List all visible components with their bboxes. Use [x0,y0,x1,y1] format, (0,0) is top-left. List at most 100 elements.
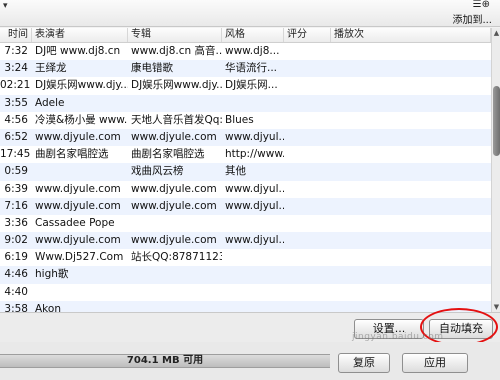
scroll-up-icon[interactable]: ▲ [492,28,500,38]
cell-genre: www.djyul... [225,234,284,247]
table-row[interactable]: 0:59 戏曲风云榜 其他 [0,163,491,181]
table-row[interactable]: 17:45 曲剧名家唱腔选 曲剧名家唱腔选 http://www... [0,146,491,163]
cell-rating [284,266,331,283]
table-row[interactable]: 7:32 DJ吧 www.dj8.cn www.dj8.cn 高音... www.dj… [0,43,491,60]
cell-genre [222,215,284,232]
add-list-icon: ☰⊕ [472,0,490,10]
table-row[interactable]: 6:52 www.djyule.com www.djyule.com www.djyu… [0,128,491,147]
table-row[interactable]: 4:56 冷漠&杨小曼 www....天地人音乐首发Qq:...Blues [0,112,491,129]
cell-album: DJ娱乐网www.djy... [131,79,222,92]
cell-genre: www.djyul... [225,199,284,212]
cell-rating [284,163,331,180]
cell-time: 6:39 [4,182,28,195]
cell-album: 站长QQ:87871123 [131,251,222,264]
cell-rating [284,129,331,146]
cell-album [128,266,222,283]
cell-plays [331,43,491,60]
cell-album: www.dj8.cn 高音... [131,45,222,57]
cell-time: 0:59 [4,165,28,178]
cell-genre: www.dj8... [225,45,280,57]
cell-rating [284,232,331,249]
cell-rating [284,181,331,198]
vertical-scrollbar[interactable]: ▲ ▼ [491,28,500,312]
cell-album: www.djyule.com [131,182,217,195]
cell-artist: 王绎龙 [35,62,67,75]
column-header-plays[interactable]: 播放次 [331,28,491,42]
cell-time: 17:45 [0,148,31,161]
table-row[interactable]: 3:24 王绎龙 康电错歌 华语流行... [0,60,491,78]
column-header-rating[interactable]: 评分 [284,28,331,42]
cell-rating [284,77,331,94]
cell-time: 3:36 [4,216,28,229]
revert-button[interactable]: 复原 [338,353,390,373]
cell-genre [222,95,284,112]
cell-time: 7:16 [4,199,28,212]
cell-genre [222,301,284,312]
cell-plays [331,284,491,301]
cell-artist: 曲剧名家唱腔选 [35,148,109,161]
apply-button[interactable]: 应用 [402,353,468,373]
cell-genre [222,284,284,301]
cell-time: 3:55 [4,96,28,109]
cell-artist: DJ吧 www.dj8.cn [35,45,121,57]
cell-album: www.djyule.com [131,130,217,143]
scroll-down-icon[interactable]: ▼ [492,302,500,312]
cell-time: 3:24 [4,62,28,75]
table-row[interactable]: 3:36 Cassadee Pope [0,215,491,232]
cell-album: 天地人音乐首发Qq:... [131,113,222,126]
cell-album: 曲剧名家唱腔选 [131,148,205,161]
table-row[interactable]: 3:55 Adele [0,94,491,112]
cell-artist: Cassadee Pope [35,216,115,229]
cell-plays [331,60,491,77]
capacity-label: 704.1 MB 可用 [126,355,204,366]
column-header-genre[interactable]: 风格 [222,28,284,42]
cell-time: 02:21 [0,79,31,92]
column-header-artist[interactable]: 表演者 [32,28,128,42]
cell-time: 4:46 [4,268,28,281]
cell-rating [284,301,331,312]
cell-artist: Adele [35,96,65,109]
toolbar: ▾ ☰⊕ 添加到... [0,0,500,27]
cell-plays [331,198,491,215]
cell-plays [331,215,491,232]
capacity-bar: 704.1 MB 可用 [0,354,330,368]
song-table: 时间 表演者 专辑 风格 评分 播放次 7:32 DJ吧 www.dj8.cn ww… [0,28,491,312]
dropdown-arrow-icon[interactable]: ▾ [3,1,8,11]
table-row[interactable]: 7:16 www.djyule.com www.djyule.com www.djyu… [0,197,491,215]
cell-rating [284,198,331,215]
column-header-time[interactable]: 时间 [0,28,32,42]
cell-album [128,284,222,301]
column-header-album[interactable]: 专辑 [128,28,222,42]
cell-time: 9:02 [4,234,28,247]
cell-artist: 冷漠&杨小曼 www.... [35,113,128,126]
cell-plays [331,232,491,249]
cell-album: www.djyule.com [131,234,217,247]
cell-rating [284,43,331,60]
cell-rating [284,215,331,232]
table-row[interactable]: 4:40 [0,284,491,301]
cell-plays [331,129,491,146]
table-row[interactable]: 6:39 www.djyule.com www.djyule.com www.djyu… [0,181,491,198]
cell-genre: 其他 [225,165,246,178]
cell-plays [331,249,491,266]
cell-rating [284,112,331,129]
table-row[interactable]: 6:19 Www.Dj527.Com 站长QQ:87871123 [0,249,491,266]
watermark: jingyan.baidu.com [352,332,444,342]
add-to-button[interactable]: ☰⊕ 添加到... [446,0,492,26]
cell-rating [284,95,331,112]
cell-genre: DJ娱乐网... [225,79,278,92]
table-row[interactable]: 4:46 high歌 [0,266,491,284]
table-row[interactable]: 02:21 DJ娱乐网www.djy... DJ娱乐网www.djy... DJ娱乐网… [0,77,491,94]
cell-rating [284,60,331,77]
cell-genre: www.djyul... [225,182,284,195]
cell-plays [331,95,491,112]
cell-album: 戏曲风云榜 [131,165,184,178]
cell-plays [331,77,491,94]
table-row[interactable]: 3:58 Akon [0,300,491,312]
table-row[interactable]: 9:02 www.djyule.com www.djyule.com www.djyu… [0,232,491,250]
scroll-thumb[interactable] [493,86,500,156]
cell-album [128,215,222,232]
cell-artist: www.djyule.com [35,234,121,247]
cell-time: 6:19 [4,251,28,264]
table-body: 7:32 DJ吧 www.dj8.cn www.dj8.cn 高音... www.dj… [0,43,491,312]
